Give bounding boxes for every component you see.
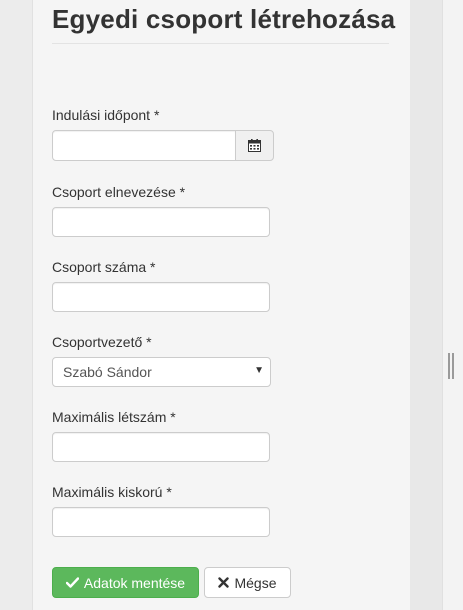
group-leader-selected-value: Szabó Sándor	[63, 364, 152, 380]
left-gutter	[0, 0, 32, 610]
cancel-button[interactable]: Mégse	[204, 567, 291, 598]
start-date-input[interactable]	[52, 130, 236, 161]
group-number-label: Csoport száma *	[52, 259, 156, 275]
start-date-label: Indulási időpont *	[52, 107, 160, 123]
group-number-input[interactable]	[52, 282, 270, 312]
cancel-button-label: Mégse	[234, 574, 277, 591]
max-minor-input[interactable]	[52, 507, 270, 537]
calendar-icon	[248, 139, 261, 152]
save-button-label: Adatok mentése	[83, 574, 186, 591]
close-icon	[218, 577, 230, 588]
group-name-label: Csoport elnevezése *	[52, 184, 186, 200]
title-divider	[52, 43, 389, 44]
group-leader-select[interactable]: Szabó Sándor ▼	[52, 357, 271, 387]
resize-handle-bar	[452, 353, 454, 379]
calendar-button[interactable]	[235, 130, 274, 161]
group-name-input[interactable]	[52, 207, 270, 237]
right-gap	[410, 0, 442, 610]
group-leader-label: Csoportvezető *	[52, 334, 152, 350]
page-title: Egyedi csoport létrehozása	[52, 4, 396, 34]
max-minor-label: Maximális kiskorú *	[52, 484, 172, 500]
max-headcount-label: Maximális létszám *	[52, 409, 176, 425]
right-sidebar-strip	[442, 0, 463, 610]
chevron-down-icon: ▼	[254, 365, 264, 376]
save-button[interactable]: Adatok mentése	[52, 567, 199, 598]
checkmark-icon	[65, 577, 79, 588]
max-headcount-input[interactable]	[52, 432, 270, 462]
resize-handle-bar	[448, 353, 450, 379]
resize-handle[interactable]	[448, 353, 454, 379]
